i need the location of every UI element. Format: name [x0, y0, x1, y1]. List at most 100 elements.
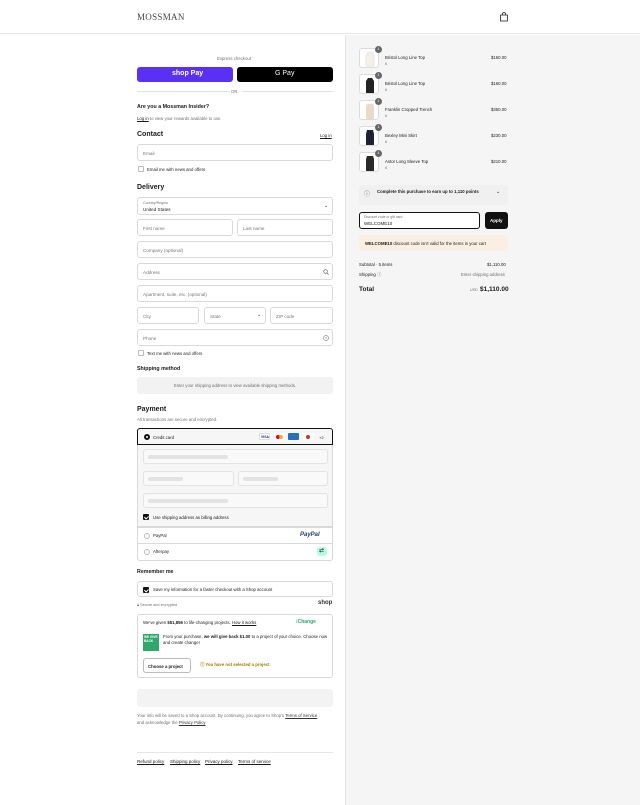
email-field[interactable]: Email — [137, 144, 333, 161]
credit-card-option[interactable]: Credit card VISA +2 — [137, 428, 333, 445]
sms-checkbox[interactable] — [138, 350, 144, 356]
item-name: Bristol Long Line Top — [385, 81, 426, 86]
shop-pay-button[interactable]: shop Pay — [137, 67, 233, 82]
chevron-down-icon: ⌄ — [324, 203, 329, 209]
save-info-checkbox[interactable] — [143, 586, 149, 593]
newsletter-checkbox[interactable] — [138, 166, 144, 172]
choose-project-label: Choose a project — [148, 663, 183, 669]
how-it-works-link[interactable]: How it works — [232, 620, 256, 625]
give-back-badge: WE GIVE BACK — [143, 634, 159, 651]
privacy-link[interactable]: Privacy Policy — [179, 720, 206, 725]
change-logo: ⁝Change — [296, 619, 316, 625]
change-widget: We've given $51,856 to life-changing pro… — [137, 614, 333, 678]
error-text: discount code isn't valid for the items … — [392, 240, 486, 246]
paypal-option[interactable]: PayPal PayPal — [137, 527, 333, 544]
discount-input[interactable]: Discount code or gift card WELCOME10 — [359, 212, 480, 229]
legal-text1: Your info will be saved to a Shop accoun… — [137, 713, 286, 718]
express-checkout-title: Express checkout — [217, 56, 251, 61]
subtotal-value: $1,110.00 — [487, 262, 506, 267]
loading-skeleton — [148, 477, 183, 481]
quantity-badge: 1 — [375, 124, 382, 131]
phone-field[interactable]: Phone ? — [137, 329, 333, 346]
shipping-policy-link[interactable]: Shipping policy — [170, 759, 200, 764]
change-given-suffix: to life-changing projects. — [182, 620, 231, 625]
item-name: Bristol Long Line Top — [385, 55, 426, 60]
cvv-field[interactable] — [238, 471, 328, 486]
card-details-panel: Use shipping address as billing address — [137, 445, 333, 527]
payment-title: Payment — [137, 406, 167, 413]
last-name-field[interactable]: Last name — [237, 219, 333, 236]
apartment-field[interactable]: Apartment, suite, etc. (optional) — [137, 285, 333, 302]
points-banner[interactable]: ⓘ Complete this purchase to earn up to 1… — [359, 185, 508, 205]
apply-button[interactable]: Apply — [485, 212, 508, 229]
shopping-bag-icon[interactable] — [499, 12, 509, 22]
lock-icon: 🔒︎ — [137, 603, 140, 607]
search-icon — [323, 269, 329, 275]
name-on-card-field[interactable] — [143, 493, 328, 508]
store-logo[interactable]: MOSSMAN — [137, 12, 185, 22]
item-variant: 6 — [385, 140, 387, 144]
paypal-logo: PayPal — [300, 532, 320, 538]
points-text: Complete this purchase to earn up to 1,1… — [377, 189, 479, 194]
country-label: Country/Region — [143, 201, 168, 205]
currency-label: USD — [470, 288, 478, 292]
shipping-method-title: Shipping method — [137, 366, 181, 372]
apply-label: Apply — [490, 217, 503, 223]
discount-error-banner: WELCOME10 discount code isn't valid for … — [359, 235, 508, 251]
secure-note: 🔒︎ Secure and encrypted — [137, 603, 177, 607]
pay-now-button[interactable] — [137, 689, 333, 707]
terms-of-service-link[interactable]: Terms of service — [238, 759, 271, 764]
use-shipping-checkbox[interactable] — [143, 514, 149, 520]
total-value: $1,110.00 — [480, 286, 509, 293]
terms-link[interactable]: Terms of Service — [285, 713, 317, 718]
country-select[interactable]: Country/Region United States ⌄ — [137, 197, 333, 215]
paypal-radio[interactable] — [144, 533, 150, 539]
company-field[interactable]: Company (optional) — [137, 241, 333, 258]
privacy-policy-link[interactable]: Privacy policy — [205, 759, 233, 764]
state-placeholder: State — [210, 313, 221, 319]
shop-pay-label: shop Pay — [172, 70, 204, 77]
city-field[interactable]: City — [137, 307, 199, 324]
afterpay-radio[interactable] — [144, 549, 150, 555]
choose-project-button[interactable]: Choose a project — [143, 658, 191, 673]
item-variant: 6 — [385, 166, 387, 170]
chevron-down-icon: ⌄ — [257, 312, 262, 318]
afterpay-option[interactable]: Afterpay ⇄ — [137, 544, 333, 561]
amex-icon — [288, 433, 299, 440]
or-divider-label: OR — [231, 89, 238, 94]
divider-left — [137, 91, 230, 92]
payment-subtitle: All transactions are secure and encrypte… — [137, 417, 218, 422]
zip-field[interactable]: ZIP code — [270, 307, 333, 324]
state-select[interactable]: State ⌄ — [204, 307, 266, 324]
more-cards-label: +2 — [319, 435, 324, 440]
header: MOSSMAN — [0, 0, 640, 34]
credit-card-label: Credit card — [153, 435, 175, 440]
zip-placeholder: ZIP code — [276, 313, 295, 319]
first-name-field[interactable]: First name — [137, 219, 233, 236]
company-placeholder: Company (optional) — [143, 247, 184, 253]
total-label: Total — [359, 286, 375, 293]
item-name: Franklin Cropped Trench — [385, 107, 433, 112]
apartment-placeholder: Apartment, suite, etc. (optional) — [143, 291, 207, 297]
card-number-field[interactable] — [143, 449, 328, 464]
refund-policy-link[interactable]: Refund policy — [137, 759, 164, 764]
contact-login-link[interactable]: Log in — [320, 133, 332, 138]
save-info-label: Save my information for a faster checkou… — [153, 587, 273, 592]
shipping-method-notice: Enter your shipping address to view avai… — [137, 377, 333, 394]
shipping-help-icon[interactable]: ⓘ — [377, 272, 381, 277]
expiry-field[interactable] — [143, 471, 234, 486]
item-name: Bexley Mini Skirt — [385, 133, 417, 138]
last-name-placeholder: Last name — [243, 225, 265, 231]
credit-card-radio[interactable] — [144, 434, 150, 440]
address-field[interactable]: Address — [137, 263, 333, 280]
change-warning: You have not selected a project — [205, 662, 270, 667]
insider-login-link[interactable]: Log in — [137, 116, 149, 121]
loading-skeleton — [148, 499, 228, 503]
google-pay-button[interactable]: G Pay — [237, 67, 333, 82]
contact-title: Contact — [137, 131, 164, 138]
help-icon[interactable]: ? — [323, 335, 329, 341]
item-variant: 6 — [385, 114, 387, 118]
address-placeholder: Address — [143, 269, 160, 275]
phone-placeholder: Phone — [143, 335, 157, 341]
item-variant: 6 — [385, 88, 387, 92]
